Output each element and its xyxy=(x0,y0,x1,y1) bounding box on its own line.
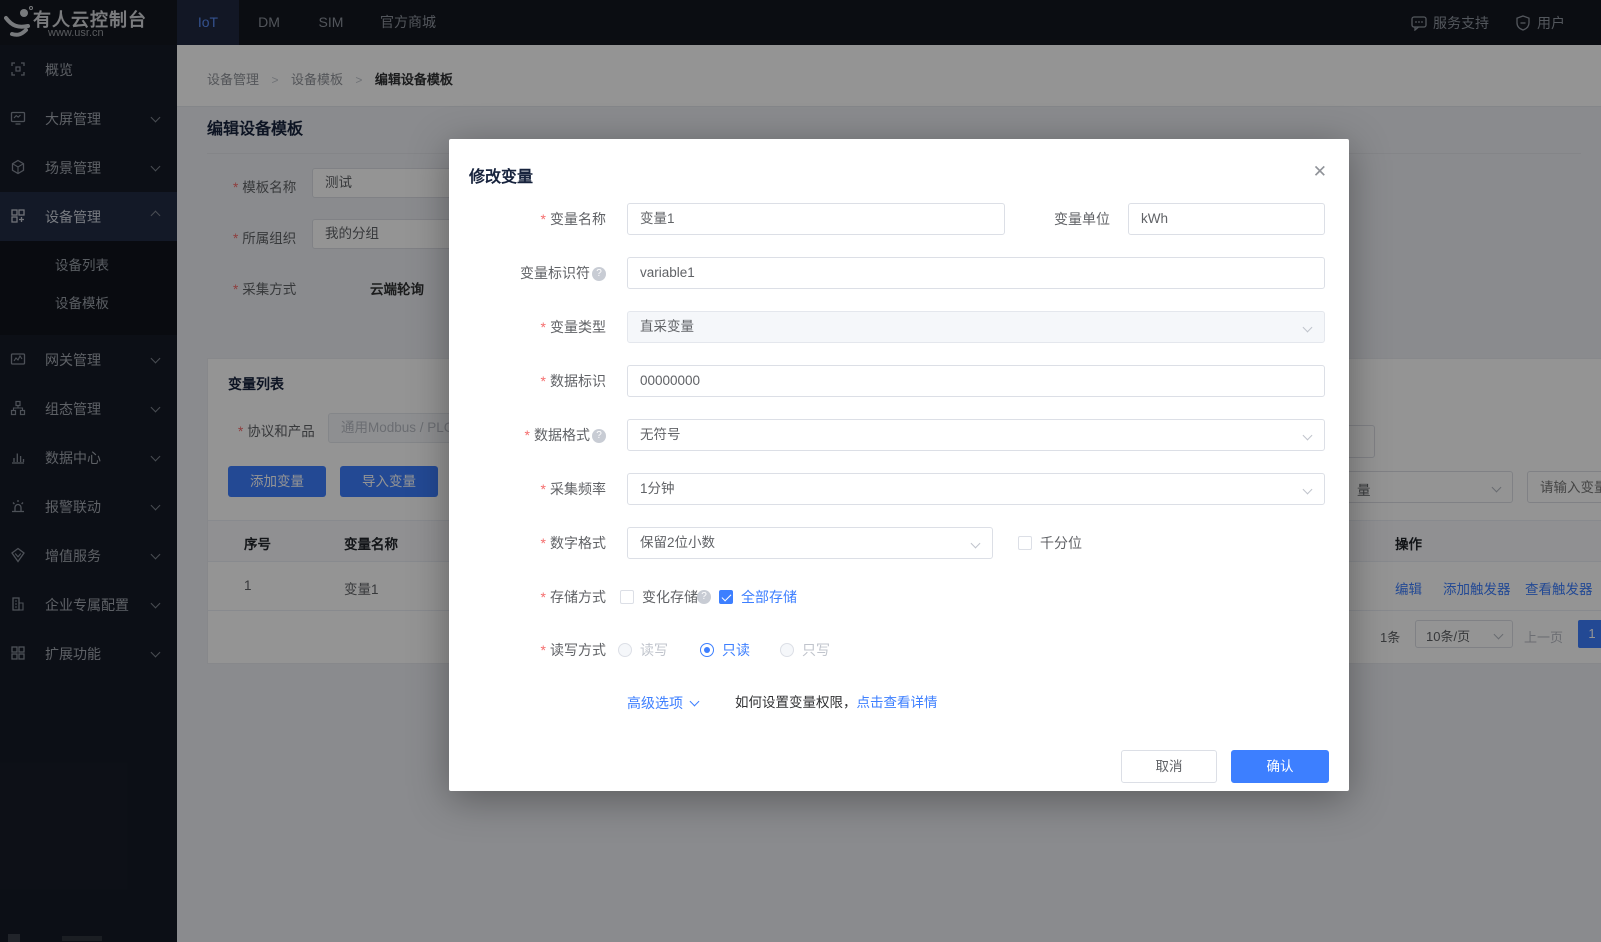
thousands-label: 千分位 xyxy=(1040,527,1082,559)
rw-label: 读写方式 xyxy=(456,634,606,666)
storage-label: 存储方式 xyxy=(456,581,606,613)
rw-readwrite-label: 读写 xyxy=(640,634,668,666)
change-storage-checkbox[interactable] xyxy=(620,590,634,604)
rw-writeonly-label: 只写 xyxy=(802,634,830,666)
rw-radio-writeonly[interactable] xyxy=(780,643,794,657)
rw-readonly-label: 只读 xyxy=(722,634,750,666)
edit-variable-modal: 修改变量 ✕ 变量名称 变量1 变量单位 kWh 变量标识符? variable… xyxy=(449,139,1349,791)
identifier-input[interactable]: variable1 xyxy=(627,257,1325,289)
change-storage-label: 变化存储 xyxy=(642,581,698,613)
permission-hint: 如何设置变量权限，点击查看详情 xyxy=(735,687,938,719)
close-icon[interactable]: ✕ xyxy=(1313,163,1327,180)
type-select[interactable]: 直采变量 xyxy=(627,311,1325,343)
data-format-label: 数据格式? xyxy=(456,419,606,451)
help-icon[interactable]: ? xyxy=(592,429,606,443)
frequency-label: 采集频率 xyxy=(456,473,606,505)
data-id-label: 数据标识 xyxy=(456,365,606,397)
chevron-down-icon xyxy=(971,539,981,549)
full-storage-checkbox[interactable] xyxy=(719,590,733,604)
name-label: 变量名称 xyxy=(456,203,606,235)
name-input[interactable]: 变量1 xyxy=(627,203,1005,235)
data-id-input[interactable]: 00000000 xyxy=(627,365,1325,397)
rw-radio-readonly[interactable] xyxy=(700,643,714,657)
chevron-down-icon xyxy=(1303,323,1313,333)
unit-label: 变量单位 xyxy=(1000,203,1110,235)
unit-input[interactable]: kWh xyxy=(1128,203,1325,235)
thousands-checkbox[interactable] xyxy=(1018,536,1032,550)
cancel-button[interactable]: 取消 xyxy=(1121,750,1217,783)
full-storage-label: 全部存储 xyxy=(741,581,797,613)
type-label: 变量类型 xyxy=(456,311,606,343)
advanced-options-toggle[interactable]: 高级选项 xyxy=(627,687,698,719)
help-icon[interactable]: ? xyxy=(697,590,711,604)
frequency-select[interactable]: 1分钟 xyxy=(627,473,1325,505)
data-format-select[interactable]: 无符号 xyxy=(627,419,1325,451)
number-format-label: 数字格式 xyxy=(456,527,606,559)
rw-radio-readwrite[interactable] xyxy=(618,643,632,657)
identifier-label: 变量标识符? xyxy=(456,257,606,289)
confirm-button[interactable]: 确认 xyxy=(1231,750,1329,783)
modal-title: 修改变量 xyxy=(469,163,533,187)
view-details-link[interactable]: 点击查看详情 xyxy=(857,695,938,710)
chevron-down-icon xyxy=(1303,485,1313,495)
help-icon[interactable]: ? xyxy=(592,267,606,281)
chevron-down-icon xyxy=(1303,431,1313,441)
number-format-select[interactable]: 保留2位小数 xyxy=(627,527,993,559)
chevron-down-icon xyxy=(690,697,700,707)
